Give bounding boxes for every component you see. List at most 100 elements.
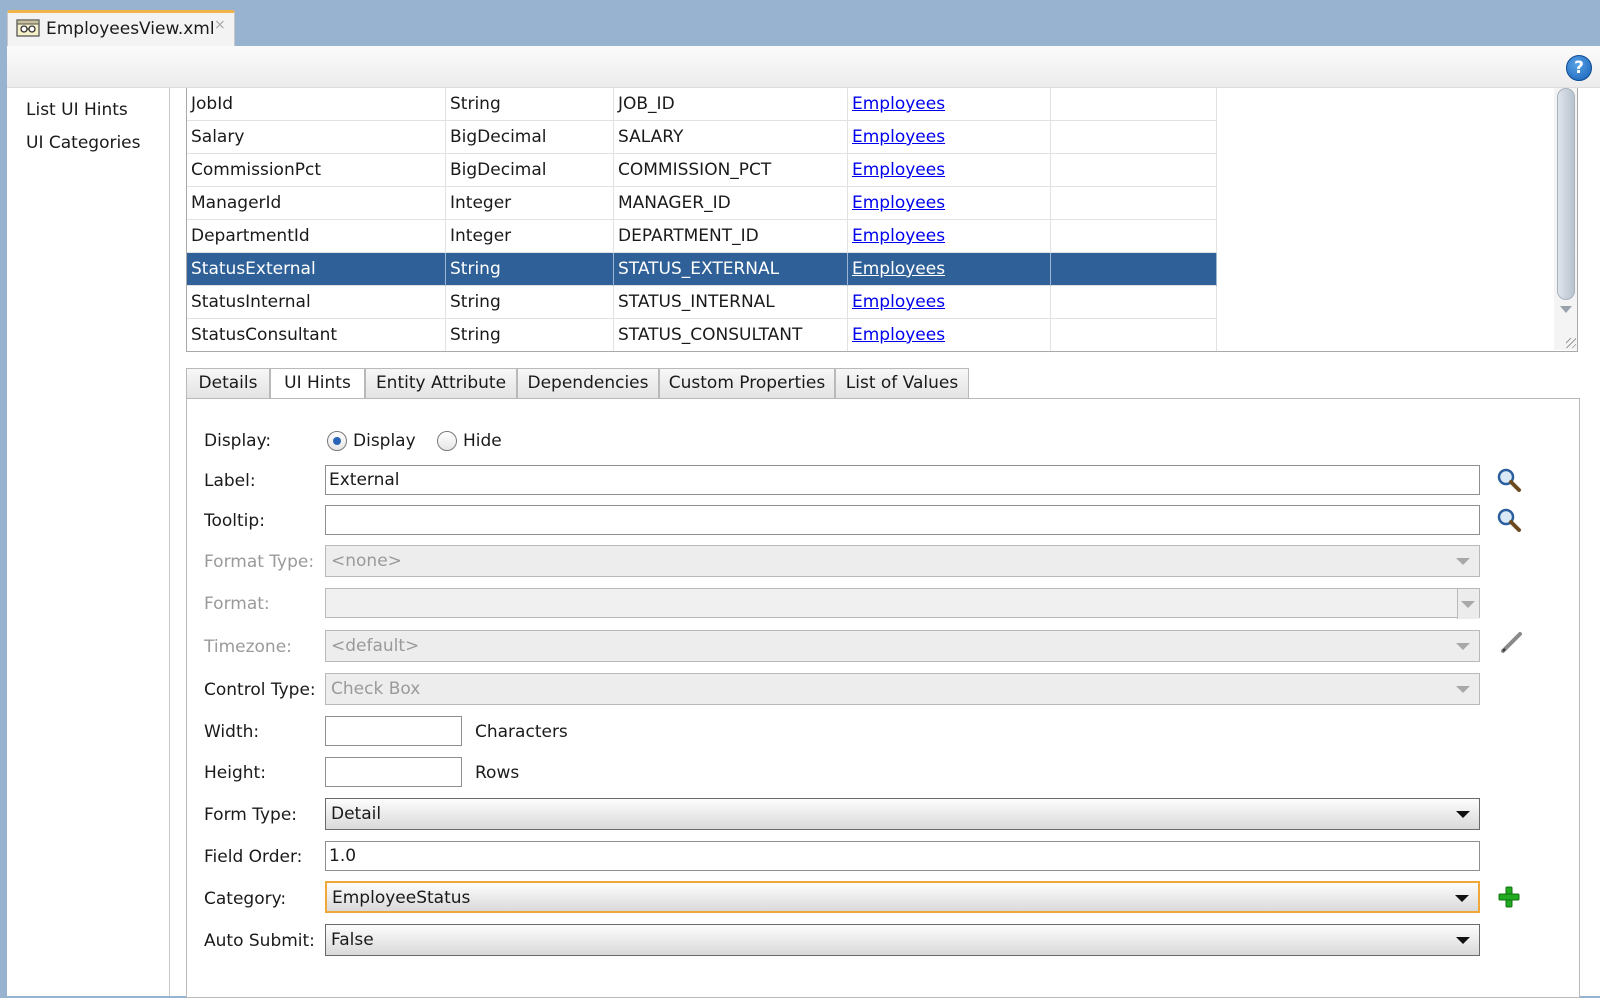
entity-usage-link[interactable]: Employees [852, 160, 945, 180]
category-select[interactable]: EmployeeStatus [325, 881, 1480, 913]
attribute-type-cell: String [446, 319, 614, 351]
height-input[interactable] [325, 757, 462, 787]
label-input[interactable]: External [325, 465, 1480, 495]
resize-grip-icon[interactable] [1566, 338, 1576, 348]
entity-usage-link[interactable]: Employees [852, 127, 945, 147]
entity-usage-link[interactable]: Employees [852, 259, 945, 279]
attribute-name-cell: StatusConsultant [187, 319, 446, 351]
scroll-down-arrow-icon[interactable] [1560, 306, 1572, 313]
height-unit-label: Rows [475, 763, 520, 783]
attribute-type-cell: BigDecimal [446, 121, 614, 154]
entity-usage-link[interactable]: Employees [852, 94, 945, 114]
attribute-column-cell: DEPARTMENT_ID [614, 220, 848, 253]
editor-navigation: List UI Hints UI Categories [7, 88, 170, 996]
form-type-label: Form Type: [204, 805, 298, 825]
close-tab-icon[interactable]: × [214, 17, 226, 33]
attribute-type-cell: Integer [446, 220, 614, 253]
magnifier-icon[interactable] [1496, 507, 1522, 533]
chevron-down-icon [1455, 895, 1469, 902]
attribute-name-cell: StatusExternal [187, 253, 446, 286]
magnifier-icon[interactable] [1496, 467, 1522, 493]
tab-ui-hints[interactable]: UI Hints [270, 368, 365, 400]
table-row[interactable]: JobId String JOB_ID Employees [187, 88, 1217, 121]
table-row[interactable]: StatusConsultant String STATUS_CONSULTAN… [187, 319, 1217, 351]
table-row[interactable]: Salary BigDecimal SALARY Employees [187, 121, 1217, 154]
timezone-select: <default> [325, 630, 1480, 662]
editor-tab-bar: EmployeesView.xml × [0, 0, 1600, 46]
tab-entity-attribute[interactable]: Entity Attribute [365, 368, 517, 399]
table-row[interactable]: StatusInternal String STATUS_INTERNAL Em… [187, 286, 1217, 319]
help-icon[interactable]: ? [1566, 55, 1592, 81]
attribute-column-cell: MANAGER_ID [614, 187, 848, 220]
hide-radio-label[interactable]: Hide [463, 431, 502, 451]
attribute-column-cell: COMMISSION_PCT [614, 154, 848, 187]
attribute-column-cell: JOB_ID [614, 88, 848, 121]
attribute-column-cell: STATUS_CONSULTANT [614, 319, 848, 351]
attribute-type-cell: BigDecimal [446, 154, 614, 187]
attribute-type-cell: Integer [446, 187, 614, 220]
field-order-input[interactable]: 1.0 [325, 841, 1480, 871]
scrollbar-thumb[interactable] [1557, 88, 1575, 300]
attribute-type-cell: String [446, 253, 614, 286]
tooltip-field-label: Tooltip: [204, 511, 265, 531]
entity-usage-link[interactable]: Employees [852, 325, 945, 345]
table-row-selected[interactable]: StatusExternal String STATUS_EXTERNAL Em… [187, 253, 1217, 286]
attribute-name-cell: ManagerId [187, 187, 446, 220]
format-type-select: <none> [325, 545, 1480, 577]
attribute-type-cell: String [446, 286, 614, 319]
file-tab-title: EmployeesView.xml [46, 19, 215, 39]
table-row[interactable]: CommissionPct BigDecimal COMMISSION_PCT … [187, 154, 1217, 187]
display-radio-label[interactable]: Display [353, 431, 416, 451]
label-field-label: Label: [204, 471, 256, 491]
empty-cell [1051, 220, 1217, 253]
tab-dependencies[interactable]: Dependencies [517, 368, 659, 399]
auto-submit-value: False [331, 930, 374, 950]
nav-item-ui-categories[interactable]: UI Categories [26, 133, 141, 153]
table-vertical-scrollbar[interactable] [1554, 88, 1577, 350]
control-type-label: Control Type: [204, 680, 316, 700]
chevron-down-icon [1456, 937, 1470, 944]
attribute-type-cell: String [446, 88, 614, 121]
empty-cell [1051, 187, 1217, 220]
form-type-select[interactable]: Detail [325, 798, 1480, 830]
view-object-icon [16, 19, 40, 37]
tab-list-of-values[interactable]: List of Values [835, 368, 969, 399]
chevron-down-icon [1456, 686, 1470, 693]
control-type-value: Check Box [331, 679, 421, 699]
entity-usage-link[interactable]: Employees [852, 193, 945, 213]
format-type-value: <none> [331, 551, 402, 571]
auto-submit-select[interactable]: False [325, 924, 1480, 956]
table-row[interactable]: ManagerId Integer MANAGER_ID Employees [187, 187, 1217, 220]
nav-item-list-ui-hints[interactable]: List UI Hints [26, 100, 128, 120]
category-label: Category: [204, 889, 287, 909]
format-label: Format: [204, 594, 270, 614]
tab-custom-properties[interactable]: Custom Properties [659, 368, 835, 399]
auto-submit-label: Auto Submit: [204, 931, 315, 951]
chevron-down-icon [1456, 811, 1470, 818]
empty-cell [1051, 88, 1217, 121]
display-label: Display: [204, 431, 272, 451]
attribute-name-cell: CommissionPct [187, 154, 446, 187]
plus-icon[interactable] [1496, 884, 1522, 910]
width-unit-label: Characters [475, 722, 568, 742]
format-type-label: Format Type: [204, 552, 315, 572]
display-radio[interactable] [327, 431, 347, 451]
timezone-value: <default> [331, 636, 420, 656]
attribute-name-cell: Salary [187, 121, 446, 154]
tooltip-input[interactable] [325, 505, 1480, 535]
table-row[interactable]: DepartmentId Integer DEPARTMENT_ID Emplo… [187, 220, 1217, 253]
pencil-icon[interactable] [1499, 629, 1525, 655]
control-type-select: Check Box [325, 673, 1480, 705]
chevron-down-icon [1456, 643, 1470, 650]
empty-cell [1051, 154, 1217, 187]
entity-usage-link[interactable]: Employees [852, 226, 945, 246]
attribute-column-cell: SALARY [614, 121, 848, 154]
hide-radio[interactable] [437, 431, 457, 451]
category-value: EmployeeStatus [332, 888, 471, 908]
width-input[interactable] [325, 716, 462, 746]
tab-details[interactable]: Details [186, 368, 270, 399]
file-tab-employeesview[interactable]: EmployeesView.xml × [7, 10, 235, 46]
field-order-label: Field Order: [204, 847, 303, 867]
attribute-name-cell: JobId [187, 88, 446, 121]
entity-usage-link[interactable]: Employees [852, 292, 945, 312]
